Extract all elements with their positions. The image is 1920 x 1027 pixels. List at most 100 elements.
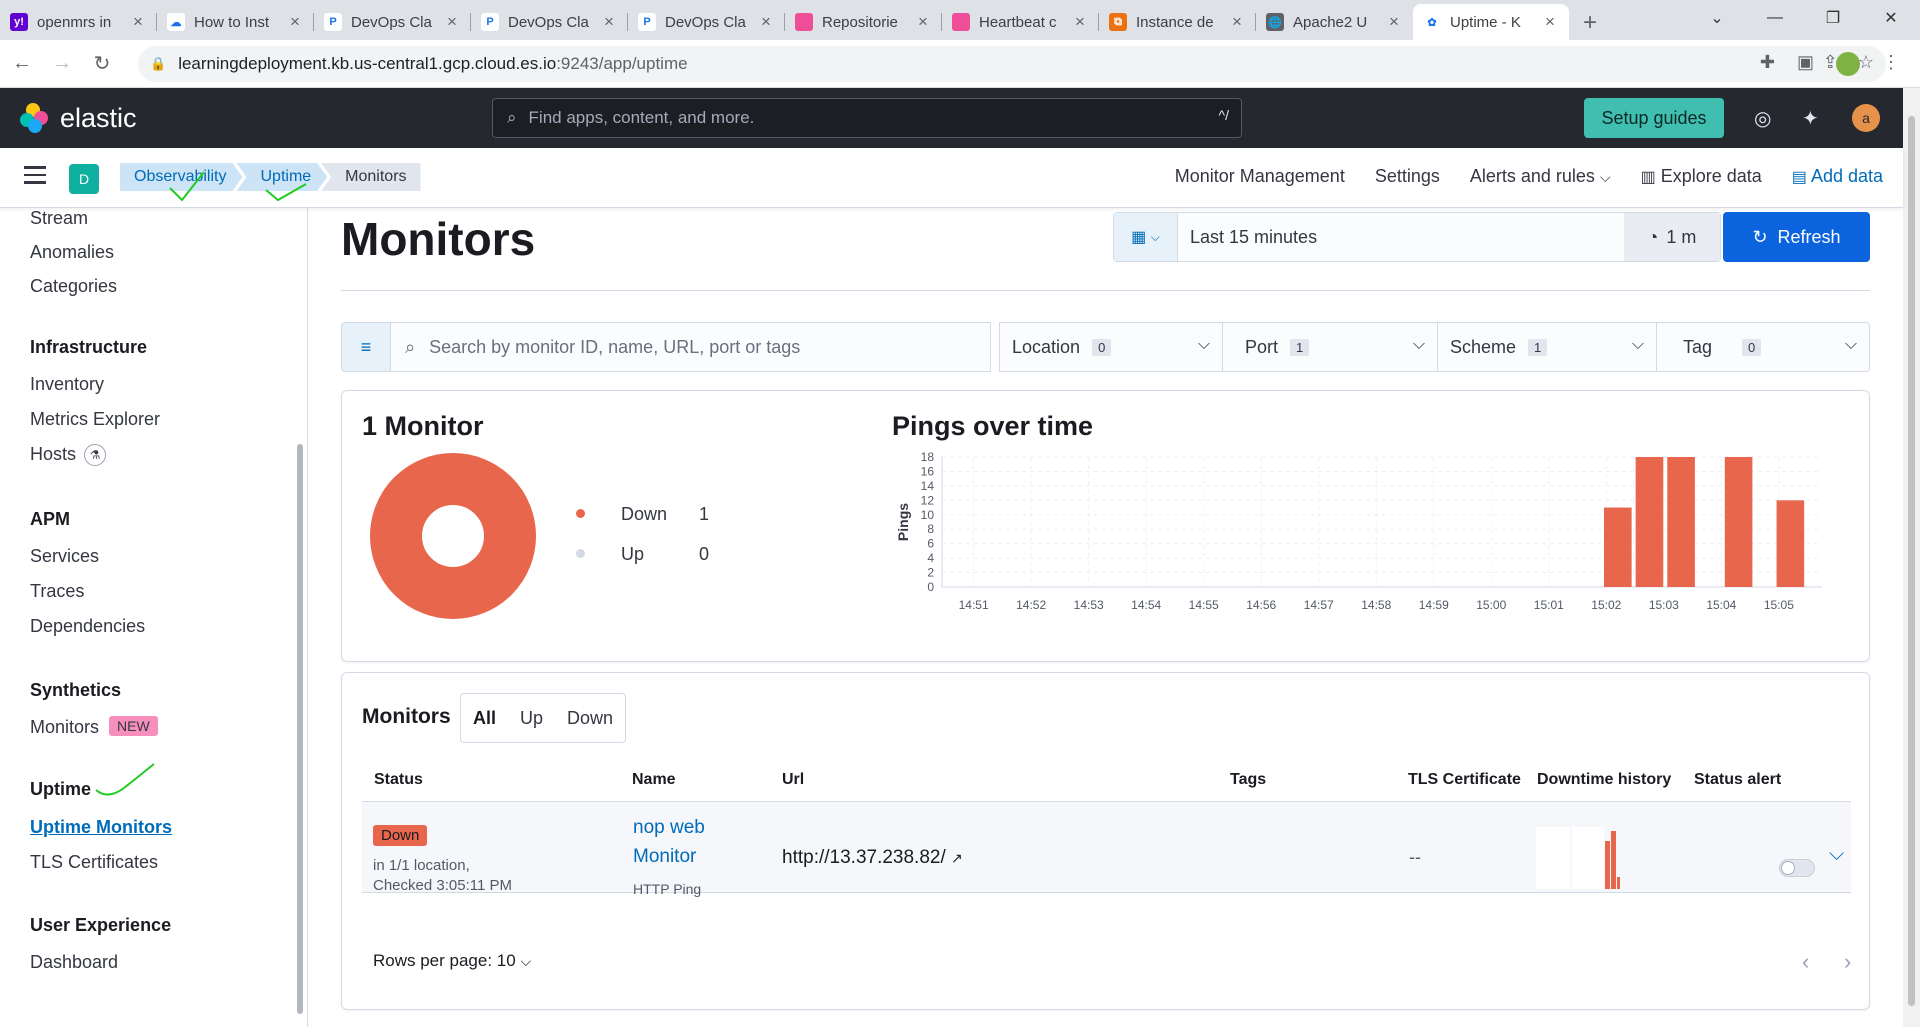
elastic-logo[interactable]: elastic — [20, 103, 137, 134]
chevron-down-icon: ⌵ — [1631, 336, 1644, 353]
maximize-button[interactable]: ❐ — [1804, 8, 1862, 28]
sidebar-item-traces[interactable]: Traces — [30, 581, 84, 602]
page-scrollbar[interactable] — [1903, 88, 1920, 1027]
location-filter[interactable]: Location 0 ⌵ — [999, 322, 1223, 372]
next-page-icon[interactable]: › — [1844, 949, 1851, 975]
menu-hamburger-icon[interactable] — [24, 166, 46, 184]
browser-tab[interactable]: Heartbeat c × — [942, 4, 1099, 40]
tab-close-icon[interactable]: × — [286, 12, 304, 32]
tab-close-icon[interactable]: × — [1071, 12, 1089, 32]
back-button[interactable]: ← — [4, 52, 40, 75]
space-avatar[interactable]: D — [69, 164, 99, 194]
scheme-filter[interactable]: Scheme 1 ⌵ — [1438, 322, 1657, 372]
profile-avatar[interactable] — [1836, 52, 1860, 76]
sidebar-item-inventory[interactable]: Inventory — [30, 374, 104, 395]
forward-button[interactable]: → — [44, 52, 80, 75]
legend-up: Up 0 — [576, 544, 709, 565]
filter-down-button[interactable]: Down — [555, 708, 625, 729]
alerts-label: Alerts and rules — [1469, 166, 1595, 186]
monitor-search-input[interactable]: ⌕ Search by monitor ID, name, URL, port o… — [391, 322, 991, 372]
sidebar-item-hosts[interactable]: Hosts ⚗ — [30, 444, 107, 466]
browser-tab[interactable]: P DevOps Cla × — [471, 4, 628, 40]
port-filter[interactable]: Port 1 ⌵ — [1223, 322, 1438, 372]
page-scrollbar-thumb[interactable] — [1908, 116, 1915, 1006]
monitor-name-link[interactable]: nop web — [633, 817, 705, 839]
tab-close-icon[interactable]: × — [1541, 12, 1559, 32]
kibana-subheader: D Observability Uptime Monitors Monitor … — [0, 148, 1903, 208]
browser-tab[interactable]: 🌐 Apache2 U × — [1256, 4, 1413, 40]
chrome-menu-icon[interactable]: ⋮ — [1882, 52, 1900, 76]
browser-tab[interactable]: P DevOps Cla × — [628, 4, 785, 40]
monitor-list-panel: Monitors All Up Down Status Name Url Tag… — [341, 672, 1870, 1010]
sidebar-item-metrics-explorer[interactable]: Metrics Explorer — [30, 409, 160, 430]
close-window-button[interactable]: ✕ — [1862, 8, 1920, 28]
explore-data-link[interactable]: ▥ Explore data — [1641, 166, 1762, 187]
tab-title: Repositorie — [822, 13, 898, 31]
newsfeed-icon[interactable]: ✦ — [1802, 106, 1819, 131]
monitor-management-link[interactable]: Monitor Management — [1175, 166, 1345, 187]
setup-guides-button[interactable]: Setup guides — [1584, 98, 1724, 138]
tab-close-icon[interactable]: × — [914, 12, 932, 32]
filter-options-button[interactable]: ≡ — [341, 322, 391, 372]
side-panel-icon[interactable]: ▣ — [1797, 52, 1814, 76]
status-alert-toggle[interactable] — [1779, 859, 1815, 877]
sidebar-item-anomalies[interactable]: Anomalies — [30, 242, 114, 263]
tab-close-icon[interactable]: × — [1228, 12, 1246, 32]
sidebar-item-services[interactable]: Services — [30, 546, 99, 567]
column-downtime-history: Downtime history — [1537, 771, 1672, 788]
x-tick-label: 14:59 — [1419, 598, 1449, 612]
alerts-and-rules-menu[interactable]: Alerts and rules ⌵ — [1470, 166, 1611, 187]
sidebar-item-tls-certificates[interactable]: TLS Certificates — [30, 852, 158, 873]
monitor-name-link-line2[interactable]: Monitor — [633, 846, 696, 868]
user-avatar[interactable]: a — [1852, 104, 1880, 132]
column-name[interactable]: Name — [632, 771, 676, 789]
filter-up-button[interactable]: Up — [508, 708, 555, 729]
monitor-url: http://13.37.238.82/ — [782, 847, 946, 868]
refresh-button[interactable]: ↻ Refresh — [1723, 212, 1870, 262]
timer-icon: ◔ — [1647, 226, 1659, 247]
tab-search-icon[interactable]: ⌄ — [1688, 8, 1746, 28]
tab-favicon-icon: ☁ — [167, 13, 185, 31]
filter-all-button[interactable]: All — [461, 708, 508, 729]
refresh-interval-button[interactable]: ◔ 1 m — [1624, 213, 1720, 261]
url-field[interactable]: 🔒 learningdeployment.kb.us-central1.gcp.… — [138, 46, 1886, 82]
sidebar-scrollbar[interactable] — [297, 444, 303, 1014]
prev-page-icon[interactable]: ‹ — [1802, 949, 1809, 975]
tab-close-icon[interactable]: × — [600, 12, 618, 32]
tab-close-icon[interactable]: × — [443, 12, 461, 32]
calendar-dropdown-button[interactable]: ▦ ⌵ — [1114, 213, 1178, 261]
tab-close-icon[interactable]: × — [1385, 12, 1403, 32]
browser-tab[interactable]: y! openmrs in × — [0, 4, 157, 40]
settings-link[interactable]: Settings — [1375, 166, 1440, 187]
sidebar-item-synthetics-monitors[interactable]: Monitors NEW — [30, 716, 158, 738]
add-data-link[interactable]: ▤ Add data — [1792, 166, 1883, 187]
extensions-icon[interactable]: ✚ — [1760, 52, 1775, 76]
sidebar-item-categories[interactable]: Categories — [30, 276, 117, 297]
global-search-input[interactable]: ⌕ Find apps, content, and more. ^/ — [492, 98, 1242, 138]
legend-down-count: 1 — [699, 504, 710, 524]
column-status[interactable]: Status — [374, 771, 423, 789]
tab-close-icon[interactable]: × — [757, 12, 775, 32]
reload-button[interactable]: ↻ — [84, 51, 120, 76]
expand-row-chevron-icon[interactable]: ⌵ — [1829, 843, 1844, 866]
browser-tab[interactable]: Repositorie × — [785, 4, 942, 40]
minimize-button[interactable]: — — [1746, 9, 1804, 27]
tag-filter[interactable]: Tag 0 ⌵ — [1657, 322, 1870, 372]
sidebar-item-stream[interactable]: Stream — [30, 208, 88, 229]
browser-tab[interactable]: ☁ How to Inst × — [157, 4, 314, 40]
browser-tab[interactable]: ✿ Uptime - K × — [1413, 4, 1569, 40]
help-icon[interactable]: ◎ — [1754, 106, 1771, 131]
date-picker: ▦ ⌵ Last 15 minutes ◔ 1 m — [1113, 212, 1721, 262]
tab-close-icon[interactable]: × — [129, 12, 147, 32]
monitor-url-link[interactable]: http://13.37.238.82/ ↗ — [782, 847, 963, 869]
chevron-down-icon: ⌵ — [1844, 336, 1857, 353]
rows-per-page-button[interactable]: Rows per page: 10 ⌵ — [373, 951, 531, 971]
browser-tab[interactable]: P DevOps Cla × — [314, 4, 471, 40]
date-range-display[interactable]: Last 15 minutes — [1178, 227, 1624, 248]
tab-title: Instance de — [1136, 13, 1214, 31]
sidebar-item-dependencies[interactable]: Dependencies — [30, 616, 145, 637]
sidebar-item-uptime-monitors[interactable]: Uptime Monitors — [30, 817, 172, 838]
browser-tab[interactable]: ⧉ Instance de × — [1099, 4, 1256, 40]
sidebar-item-dashboard[interactable]: Dashboard — [30, 952, 118, 973]
new-tab-button[interactable]: + — [1569, 9, 1611, 37]
